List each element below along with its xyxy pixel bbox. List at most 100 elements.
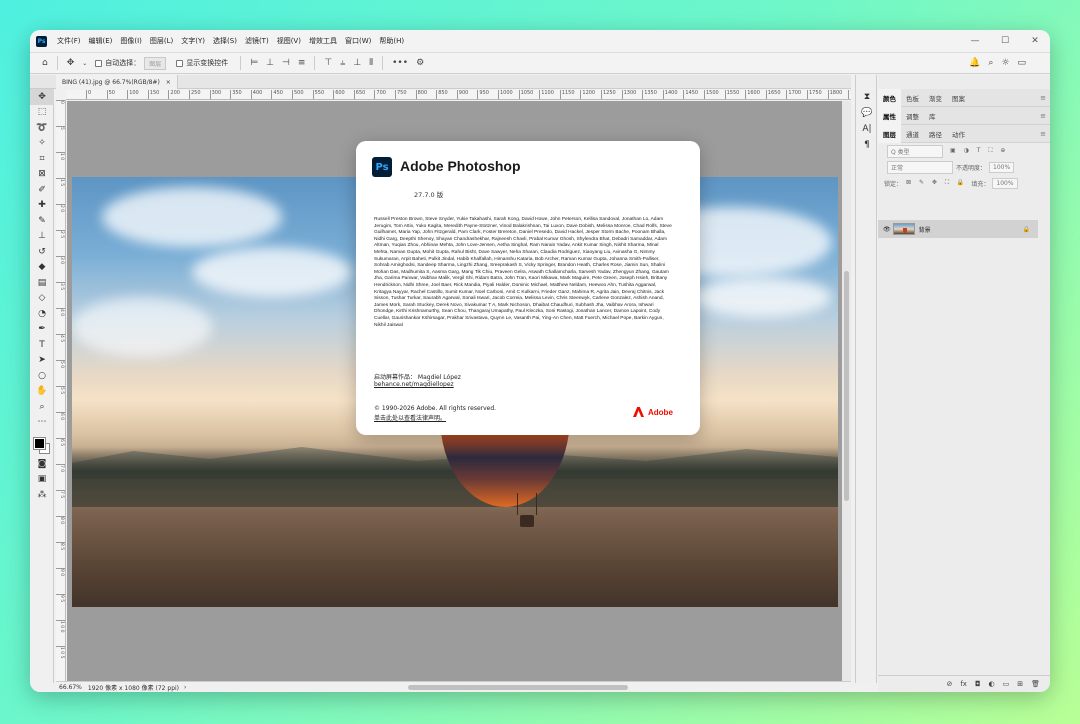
eraser-tool-icon[interactable]: ◆: [30, 260, 54, 276]
path-select-icon[interactable]: ➤: [30, 353, 54, 369]
tab-properties[interactable]: 属性: [878, 106, 901, 125]
distribute-icon[interactable]: ≡: [294, 58, 310, 68]
tab-libraries[interactable]: 库: [924, 107, 941, 125]
maximize-button[interactable]: ☐: [990, 36, 1020, 46]
hand-tool-icon[interactable]: ✋: [30, 384, 54, 400]
dodge-tool-icon[interactable]: ◔: [30, 306, 54, 322]
workspace-icon[interactable]: ▭: [1013, 58, 1030, 68]
opacity-input[interactable]: 100%: [989, 161, 1015, 173]
color-swatches[interactable]: [30, 430, 54, 456]
new-layer-icon[interactable]: ⊞: [1017, 680, 1023, 688]
layer-filter-dropdown[interactable]: Q 类型: [887, 144, 943, 158]
tab-swatches[interactable]: 色板: [901, 89, 924, 107]
align-right-icon[interactable]: ⊣: [278, 58, 294, 68]
history-icon[interactable]: ⧗: [856, 89, 878, 105]
document-tab[interactable]: BING (41).jpg @ 66.7%(RGB/8#) ×: [56, 75, 178, 89]
lasso-tool-icon[interactable]: ➰: [30, 120, 54, 136]
zoom-level[interactable]: 66.67%: [59, 684, 82, 691]
canvas-area[interactable]: Ps Adobe Photoshop 27.7.0 版 Russell Pres…: [67, 101, 851, 681]
more-options-button[interactable]: •••: [388, 58, 412, 68]
menu-plugins[interactable]: 增效工具: [305, 36, 341, 46]
minimize-button[interactable]: —: [960, 36, 990, 46]
menu-filter[interactable]: 滤镜(T): [241, 36, 273, 46]
menu-edit[interactable]: 编辑(E): [85, 36, 117, 46]
paragraph-icon[interactable]: ¶: [856, 137, 878, 153]
search-icon[interactable]: ⌕: [984, 58, 997, 68]
bell-icon[interactable]: 🔔: [965, 58, 984, 68]
menu-window[interactable]: 窗口(W): [341, 36, 375, 46]
group-icon[interactable]: ▭: [1003, 680, 1010, 688]
generative-icon[interactable]: ⁂: [30, 487, 54, 503]
tab-patterns[interactable]: 图案: [947, 89, 970, 107]
magic-wand-icon[interactable]: ✧: [30, 136, 54, 152]
fill-input[interactable]: 100%: [992, 177, 1018, 189]
layer-row-background[interactable]: 👁 背景 🔒: [878, 220, 1038, 238]
history-brush-icon[interactable]: ↺: [30, 244, 54, 260]
menu-file[interactable]: 文件(F): [53, 36, 85, 46]
mask-icon[interactable]: ◘: [975, 680, 981, 688]
trash-icon[interactable]: 🗑: [1031, 680, 1040, 688]
show-transform-checkbox[interactable]: [176, 59, 184, 67]
align-top-icon[interactable]: ⊤: [320, 58, 336, 68]
splash-legal-link[interactable]: 单击此处以查看法律声明。: [374, 413, 446, 422]
about-splash-dialog[interactable]: Ps Adobe Photoshop 27.7.0 版 Russell Pres…: [356, 141, 700, 435]
align-bottom-icon[interactable]: ⊥: [349, 58, 365, 68]
tab-channels[interactable]: 通道: [901, 125, 924, 143]
tab-gradients[interactable]: 渐变: [924, 89, 947, 107]
menu-view[interactable]: 视图(V): [273, 36, 305, 46]
tab-paths[interactable]: 路径: [924, 125, 947, 143]
zoom-tool-icon[interactable]: ⌕: [30, 399, 54, 415]
close-tab-icon[interactable]: ×: [166, 79, 171, 86]
splash-artist-link[interactable]: behance.net/magdiellopez: [374, 381, 454, 388]
close-button[interactable]: ✕: [1020, 36, 1050, 46]
gradient-tool-icon[interactable]: ▤: [30, 275, 54, 291]
menu-type[interactable]: 文字(Y): [177, 36, 209, 46]
comments-icon[interactable]: 💬: [856, 105, 878, 121]
menu-image[interactable]: 图像(I): [116, 36, 146, 46]
fx-icon[interactable]: fx: [960, 680, 967, 688]
stamp-tool-icon[interactable]: ⊥: [30, 229, 54, 245]
lock-icons[interactable]: ⊠ ✎ ✥ ⛶ 🔒: [906, 179, 967, 187]
healing-brush-icon[interactable]: ✚: [30, 198, 54, 214]
panel-menu-icon[interactable]: ≡: [1040, 112, 1046, 120]
screen-mode-icon[interactable]: ▣: [30, 472, 54, 488]
foreground-color-swatch[interactable]: [33, 437, 46, 450]
adjustment-layer-icon[interactable]: ◐: [989, 680, 995, 688]
character-icon[interactable]: A|: [856, 121, 878, 137]
filter-icons[interactable]: ▣ ◑ T ⛶ ⊕: [950, 147, 1008, 155]
lightbulb-icon[interactable]: ☼: [997, 58, 1013, 68]
crop-tool-icon[interactable]: ⌗: [30, 151, 54, 167]
frame-tool-icon[interactable]: ⊠: [30, 167, 54, 183]
distribute-vertical-icon[interactable]: ⦀: [365, 58, 377, 68]
status-arrow-icon[interactable]: ›: [184, 684, 186, 691]
blur-tool-icon[interactable]: ◇: [30, 291, 54, 307]
menu-layer[interactable]: 图层(L): [146, 36, 177, 46]
link-layers-icon[interactable]: ⊘: [946, 680, 952, 688]
align-left-icon[interactable]: ⊨: [246, 58, 262, 68]
menu-help[interactable]: 帮助(H): [375, 36, 408, 46]
more-tools-icon[interactable]: ⋯: [30, 415, 54, 431]
chevron-down-icon[interactable]: ⌄: [78, 60, 91, 67]
type-tool-icon[interactable]: T: [30, 337, 54, 353]
panel-menu-icon[interactable]: ≡: [1040, 94, 1046, 102]
shape-tool-icon[interactable]: ○: [30, 368, 54, 384]
tab-actions[interactable]: 动作: [947, 125, 970, 143]
scrollbar-thumb[interactable]: [844, 271, 849, 501]
blend-mode-dropdown[interactable]: 正常: [887, 160, 953, 174]
vertical-scrollbar[interactable]: [842, 101, 851, 681]
tab-adjustments[interactable]: 调整: [901, 107, 924, 125]
eye-icon[interactable]: 👁: [883, 226, 891, 233]
pen-tool-icon[interactable]: ✒: [30, 322, 54, 338]
move-tool-icon[interactable]: ✥: [63, 58, 79, 68]
align-center-icon[interactable]: ⊥: [262, 58, 278, 68]
marquee-tool-icon[interactable]: ⬚: [30, 105, 54, 121]
tab-layers[interactable]: 图层: [878, 124, 901, 143]
brush-tool-icon[interactable]: ✎: [30, 213, 54, 229]
auto-select-dropdown[interactable]: 图层: [144, 56, 167, 70]
home-icon[interactable]: ⌂: [38, 58, 52, 68]
gear-icon[interactable]: ⚙: [412, 58, 428, 68]
panel-menu-icon[interactable]: ≡: [1040, 130, 1046, 138]
align-middle-icon[interactable]: ⫨: [336, 58, 349, 68]
quick-mask-icon[interactable]: ◙: [30, 456, 54, 472]
auto-select-checkbox[interactable]: [95, 59, 103, 67]
